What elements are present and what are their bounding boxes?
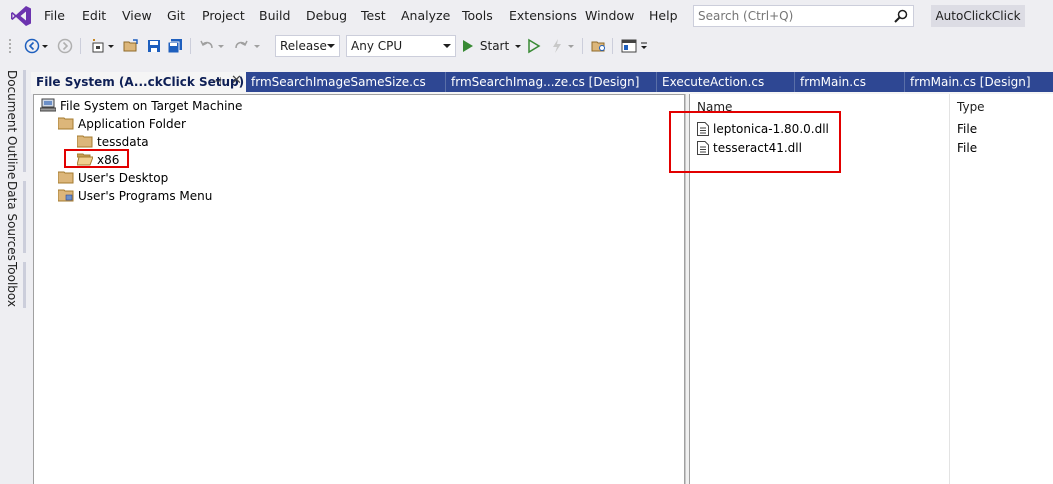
tree-item-label: User's Desktop [78, 171, 169, 185]
tab-frmsearchimagesamesize-cs[interactable]: frmSearchImageSameSize.cs [246, 72, 446, 92]
undo-dropdown-chevron-icon[interactable] [216, 36, 226, 56]
configuration-dropdown[interactable]: Release [275, 35, 340, 57]
toolbar-separator [612, 38, 613, 54]
new-dropdown-chevron-icon[interactable] [106, 36, 116, 56]
tab-label: frmSearchImageSameSize.cs [251, 75, 426, 89]
computer-icon [40, 98, 56, 112]
side-tab-label: Data Sources [5, 181, 19, 261]
toolbar-separator [582, 38, 583, 54]
play-icon [463, 40, 473, 52]
standard-toolbar: Release Any CPU Start [0, 32, 1053, 60]
chevron-down-icon [443, 44, 451, 48]
menu-view[interactable]: View [122, 8, 152, 23]
menu-analyze[interactable]: Analyze [401, 8, 450, 23]
folder-icon [58, 117, 74, 130]
back-dropdown-chevron-icon[interactable] [40, 36, 50, 56]
tab-frmsearchimage-design[interactable]: frmSearchImag...ze.cs [Design] [446, 72, 657, 92]
side-tab-label: Document Outline [5, 70, 19, 180]
side-tab-indicator [23, 181, 26, 253]
file-type: File [957, 122, 978, 136]
side-tab-indicator [23, 262, 26, 308]
document-tab-well: File System (A...ckClick Setup) ⊣ ✕ frmS… [31, 72, 1053, 92]
hot-reload-icon[interactable] [547, 36, 567, 56]
window-layout-icon[interactable] [619, 36, 639, 56]
menu-git[interactable]: Git [167, 8, 185, 23]
start-without-debugging-icon[interactable] [524, 36, 544, 56]
menu-build[interactable]: Build [259, 8, 290, 23]
menu-test[interactable]: Test [361, 8, 386, 23]
tab-label: frmSearchImag...ze.cs [Design] [451, 75, 640, 89]
start-debugging-button[interactable]: Start [461, 36, 521, 56]
visual-studio-logo-icon[interactable] [9, 4, 33, 28]
folder-icon [58, 171, 74, 184]
chevron-down-icon [515, 45, 521, 48]
platform-dropdown[interactable]: Any CPU [346, 35, 456, 57]
platform-value: Any CPU [351, 39, 403, 53]
tab-label: frmMain.cs [Design] [910, 75, 1031, 89]
browse-folder-icon[interactable] [589, 36, 609, 56]
tab-label: frmMain.cs [800, 75, 866, 89]
tree-item-label: Application Folder [78, 117, 186, 131]
tab-executeaction-cs[interactable]: ExecuteAction.cs [657, 72, 795, 92]
save-all-icon[interactable] [165, 36, 185, 56]
menu-window[interactable]: Window [585, 8, 634, 23]
tab-label: ExecuteAction.cs [662, 75, 765, 89]
tree-item-label: User's Programs Menu [78, 189, 213, 203]
side-tab-indicator [23, 70, 26, 172]
tab-frmmain-cs[interactable]: frmMain.cs [795, 72, 905, 92]
menu-tools[interactable]: Tools [462, 8, 493, 23]
save-icon[interactable] [144, 36, 164, 56]
redo-dropdown-chevron-icon[interactable] [252, 36, 262, 56]
menu-extensions[interactable]: Extensions [509, 8, 577, 23]
side-tab-label: Toolbox [5, 262, 19, 307]
toolbar-separator [190, 38, 191, 54]
redo-icon[interactable] [231, 36, 251, 56]
side-tool-strip: Document Outline Data Sources Toolbox [0, 60, 29, 484]
start-label: Start [479, 39, 510, 53]
search-box [693, 5, 914, 27]
tab-frmmain-design[interactable]: frmMain.cs [Design] [905, 72, 1053, 92]
undo-icon[interactable] [197, 36, 217, 56]
column-header-type[interactable]: Type [957, 100, 985, 114]
column-divider[interactable] [949, 94, 950, 484]
new-project-icon[interactable] [88, 36, 108, 56]
menu-edit[interactable]: Edit [82, 8, 106, 23]
search-icon[interactable] [893, 8, 909, 24]
navigate-back-icon[interactable] [22, 36, 42, 56]
highlight-box [64, 149, 129, 168]
configuration-value: Release [280, 39, 327, 53]
file-type: File [957, 141, 978, 155]
menu-bar: File Edit View Git Project Build Debug T… [0, 0, 1053, 32]
toolbar-grip-icon [6, 36, 14, 56]
folder-icon [58, 189, 74, 202]
highlight-box [669, 111, 841, 173]
pin-icon[interactable]: ⊣ [212, 72, 222, 92]
toolbar-options-chevron-icon[interactable] [638, 36, 650, 56]
file-system-tree-pane: File System on Target Machine Applicatio… [33, 94, 685, 484]
menu-project[interactable]: Project [202, 8, 245, 23]
open-folder-icon[interactable] [121, 36, 141, 56]
hot-reload-dropdown-chevron-icon[interactable] [566, 36, 576, 56]
menu-help[interactable]: Help [649, 8, 678, 23]
file-list-pane: Name Type leptonica-1.80.0.dll File tess… [669, 94, 1053, 484]
menu-debug[interactable]: Debug [306, 8, 347, 23]
tab-file-system[interactable]: File System (A...ckClick Setup) ⊣ ✕ [31, 72, 246, 92]
menu-file[interactable]: File [44, 8, 65, 23]
tree-item-label: File System on Target Machine [60, 99, 243, 113]
close-icon[interactable]: ✕ [231, 71, 242, 91]
chevron-down-icon [327, 44, 335, 48]
search-input[interactable] [694, 6, 884, 26]
folder-icon [77, 135, 93, 148]
solution-name-badge[interactable]: AutoClickClick [931, 5, 1025, 27]
toolbar-separator [80, 38, 81, 54]
navigate-forward-icon[interactable] [55, 36, 75, 56]
